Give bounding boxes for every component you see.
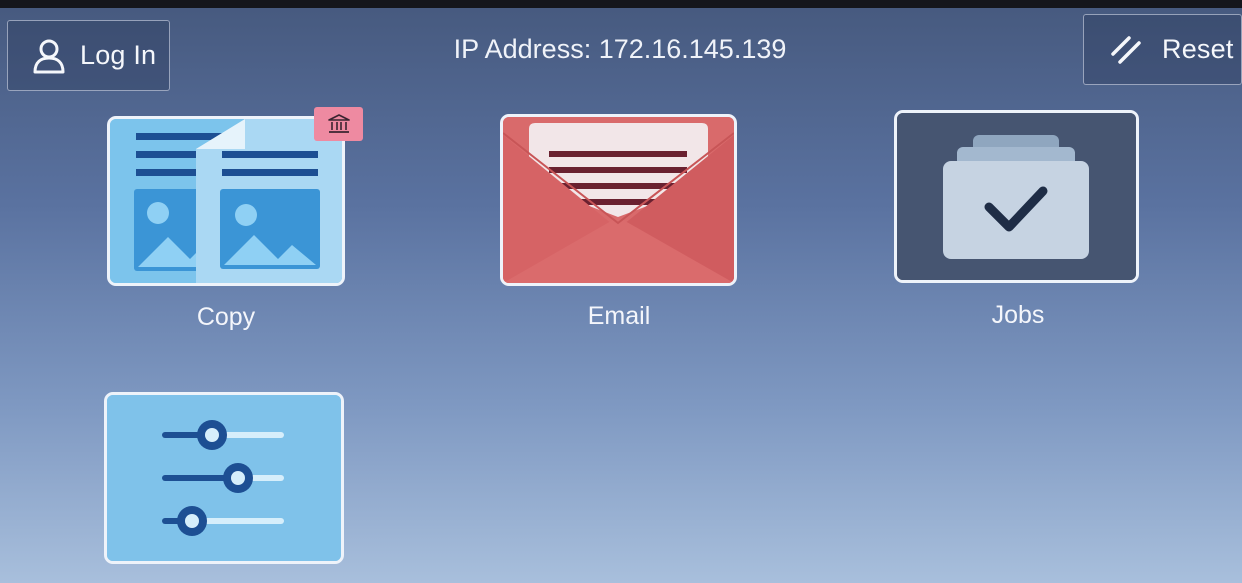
jobs-label: Jobs (991, 301, 1045, 329)
copy-document-icon (110, 119, 342, 283)
settings-sliders-icon (107, 395, 341, 561)
reset-slash-icon (1111, 35, 1141, 64)
email-app-tile[interactable] (500, 114, 737, 286)
copy-app-tile[interactable] (107, 116, 345, 286)
settings-app-tile[interactable] (104, 392, 344, 564)
reset-button[interactable]: Reset (1083, 14, 1242, 85)
login-button[interactable]: Log In (7, 20, 170, 91)
ip-address-text: IP Address: 172.16.145.139 (453, 34, 787, 64)
jobs-folder-check-icon (897, 113, 1136, 280)
screen-top-edge (0, 0, 1242, 8)
copy-label: Copy (196, 303, 256, 331)
user-icon (33, 39, 65, 73)
login-label: Log In (80, 40, 157, 70)
jobs-app-tile[interactable] (894, 110, 1139, 283)
email-label: Email (587, 302, 651, 330)
bank-building-icon (314, 107, 363, 141)
envelope-icon (503, 117, 734, 283)
reset-label: Reset (1162, 34, 1234, 64)
